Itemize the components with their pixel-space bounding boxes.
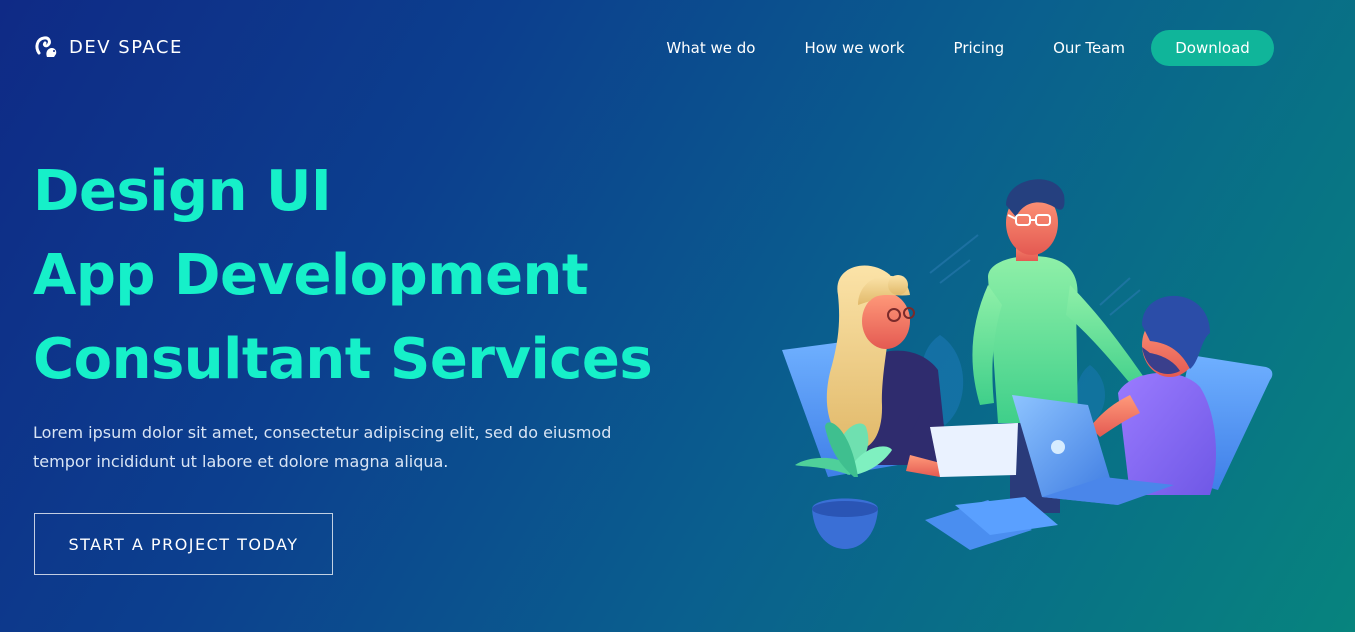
nav-link-what-we-do[interactable]: What we do	[666, 39, 755, 57]
download-button[interactable]: Download	[1151, 30, 1274, 66]
hero-description-line: tempor incididunt ut labore et dolore ma…	[33, 452, 449, 471]
start-project-button[interactable]: START A PROJECT TODAY	[34, 513, 333, 575]
team-meeting-illustration	[782, 179, 1273, 550]
hero-description: Lorem ipsum dolor sit amet, consectetur …	[33, 418, 713, 476]
hero-title-line: App Development	[33, 243, 589, 308]
hero-title: Design UI App Development Consultant Ser…	[33, 150, 653, 402]
hero-title-line: Consultant Services	[33, 327, 653, 392]
brand-name: DEV SPACE	[69, 36, 183, 58]
nav-link-our-team[interactable]: Our Team	[1053, 39, 1125, 57]
hero-title-line: Design UI	[33, 159, 332, 224]
main-nav: What we do How we work Pricing Our Team …	[666, 30, 1274, 66]
bearded-man	[1090, 295, 1216, 495]
squirrel-logo-icon	[35, 36, 57, 57]
hero-description-line: Lorem ipsum dolor sit amet, consectetur …	[33, 423, 612, 442]
paper-sheet	[930, 423, 1018, 477]
nav-link-pricing[interactable]: Pricing	[954, 39, 1005, 57]
brand-logo[interactable]: DEV SPACE	[33, 33, 183, 61]
nav-link-how-we-work[interactable]: How we work	[804, 39, 904, 57]
